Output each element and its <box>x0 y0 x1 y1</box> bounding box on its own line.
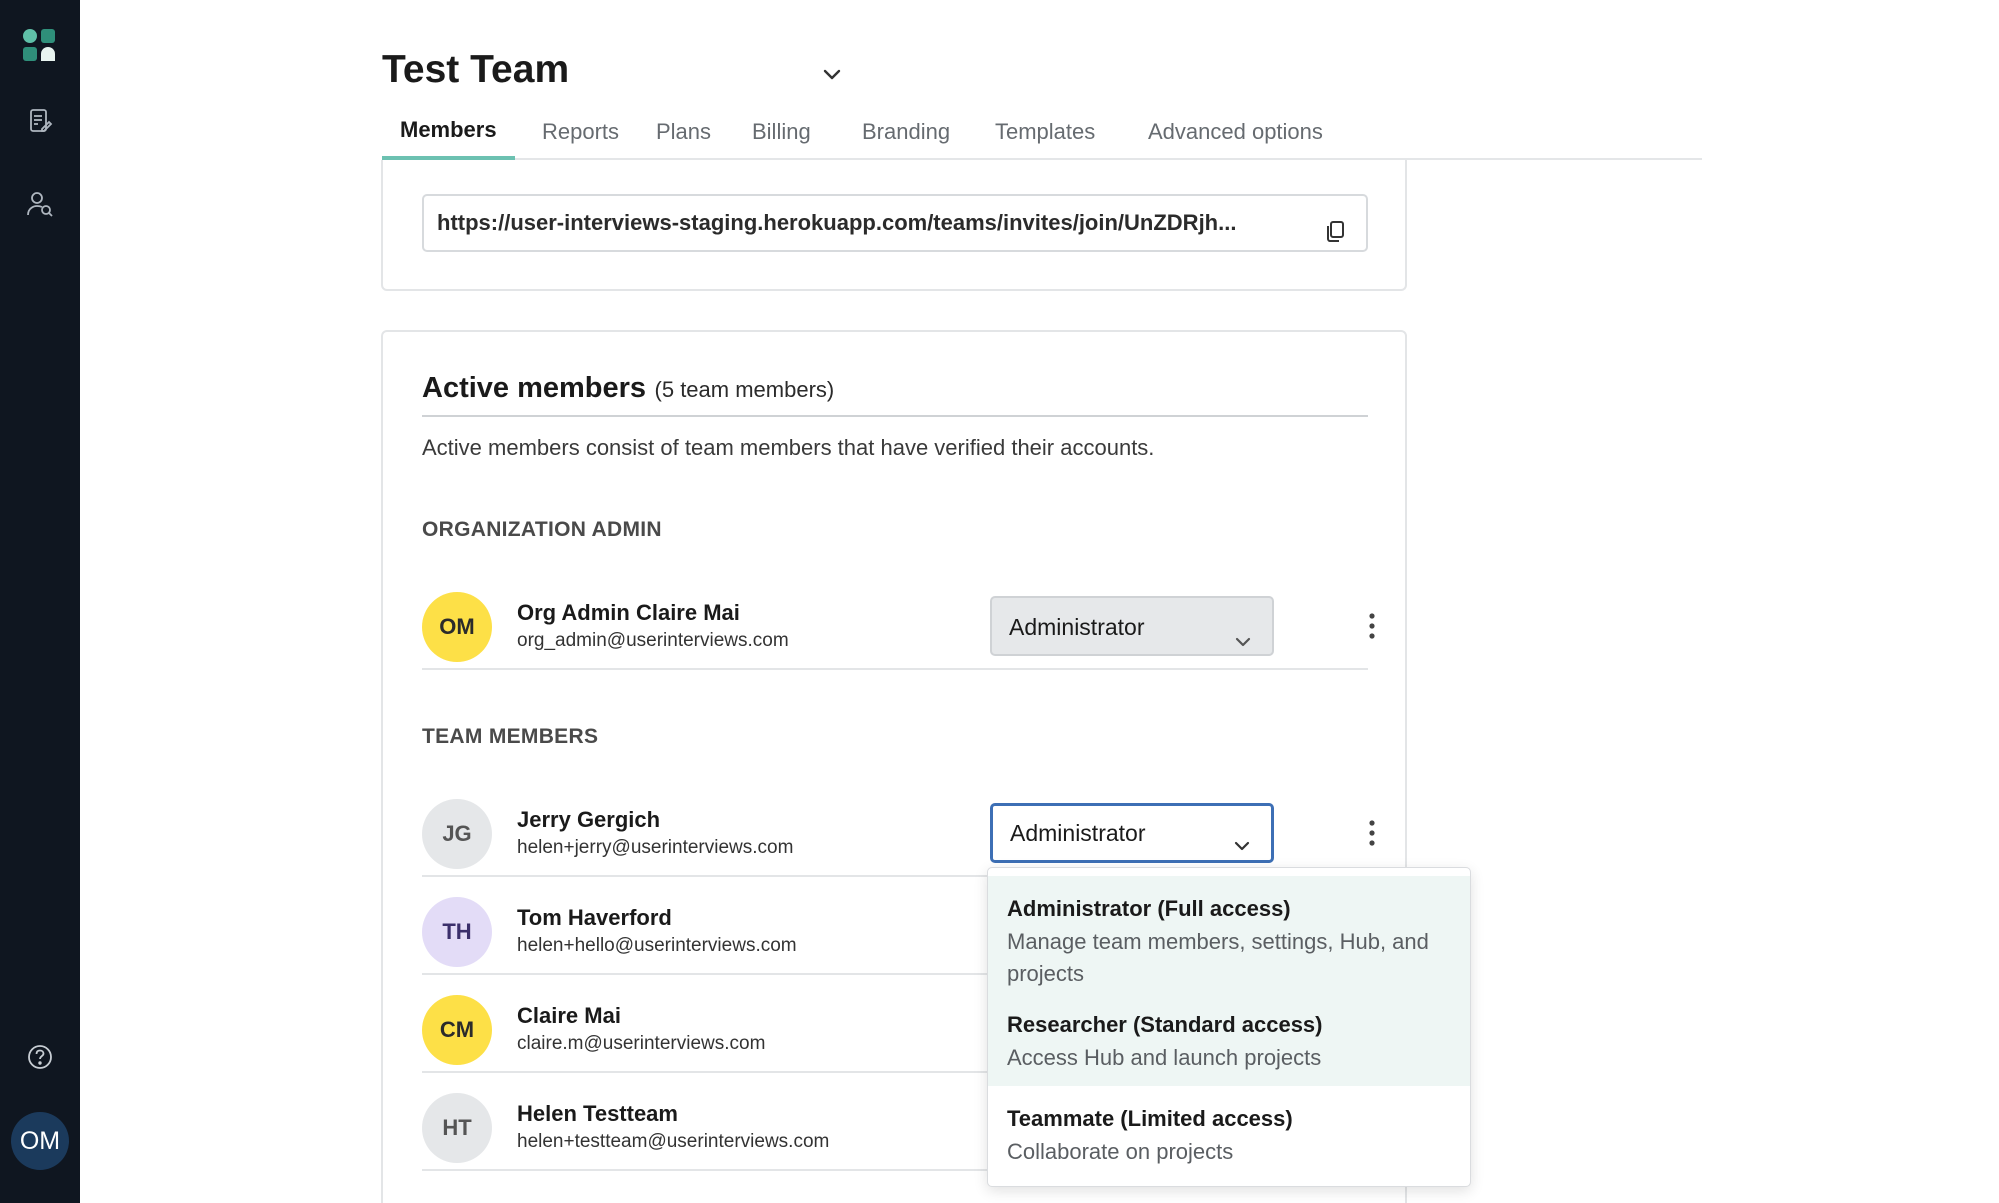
role-select: Administrator <box>990 596 1274 656</box>
member-name: Tom Haverford <box>517 905 672 930</box>
avatar: OM <box>422 592 492 662</box>
avatar: JG <box>422 799 492 869</box>
option-title: Researcher (Standard access) <box>1007 1012 1323 1037</box>
copy-icon[interactable] <box>1322 210 1348 242</box>
logo-icon[interactable] <box>22 28 56 62</box>
option-description: Access Hub and launch projects <box>1007 1045 1322 1070</box>
org-admin-row: OM Org Admin Claire Mai org_admin@userin… <box>422 572 1375 670</box>
chevron-down-icon <box>1231 822 1253 851</box>
role-option-researcher[interactable]: Researcher (Standard access) Access Hub … <box>988 996 1470 1086</box>
member-name: Jerry Gergich <box>517 807 661 832</box>
member-name: Org Admin Claire Mai <box>517 600 740 625</box>
projects-icon[interactable] <box>26 107 54 135</box>
option-title: Administrator (Full access) <box>1007 896 1291 921</box>
member-email: helen+jerry@userinterviews.com <box>517 837 794 858</box>
settings-tabs: Members Reports Plans Billing Branding T… <box>382 112 1702 160</box>
help-icon[interactable] <box>26 1043 54 1071</box>
role-dropdown-menu: Administrator (Full access) Manage team … <box>987 867 1471 1187</box>
section-description: Active members consist of team members t… <box>422 435 1155 460</box>
org-admin-label: ORGANIZATION ADMIN <box>422 518 662 541</box>
invite-link-text: https://user-interviews-staging.herokuap… <box>437 210 1237 235</box>
tab-members[interactable]: Members <box>382 112 515 160</box>
tab-plans[interactable]: Plans <box>638 112 729 160</box>
tab-billing[interactable]: Billing <box>734 112 829 160</box>
section-title: Active members <box>422 372 647 404</box>
avatar: CM <box>422 995 492 1065</box>
tab-branding[interactable]: Branding <box>844 112 968 160</box>
option-description: Manage team members, settings, Hub, and … <box>1007 929 1429 986</box>
chevron-down-icon <box>1232 616 1254 647</box>
member-email: claire.m@userinterviews.com <box>517 1033 766 1054</box>
tab-advanced-options[interactable]: Advanced options <box>1130 112 1341 160</box>
role-option-administrator[interactable]: Administrator (Full access) Manage team … <box>988 876 1470 996</box>
role-select-value: Administrator <box>1009 614 1145 640</box>
avatar: TH <box>422 897 492 967</box>
team-name: Test Team <box>382 48 570 91</box>
role-select[interactable]: Administrator <box>990 803 1274 863</box>
people-search-icon[interactable] <box>26 190 54 218</box>
invite-link-field[interactable]: https://user-interviews-staging.herokuap… <box>422 194 1368 252</box>
tab-templates[interactable]: Templates <box>977 112 1113 160</box>
more-options-icon[interactable] <box>1364 813 1380 853</box>
role-select-value: Administrator <box>1010 820 1146 846</box>
invite-link-card: https://user-interviews-staging.herokuap… <box>381 160 1407 291</box>
member-email: helen+hello@userinterviews.com <box>517 935 797 956</box>
member-email: helen+testteam@userinterviews.com <box>517 1131 830 1152</box>
member-name: Claire Mai <box>517 1003 621 1028</box>
role-option-teammate[interactable]: Teammate (Limited access) Collaborate on… <box>988 1086 1470 1180</box>
left-sidebar: OM <box>0 0 80 1203</box>
member-name: Helen Testteam <box>517 1101 678 1126</box>
member-email: org_admin@userinterviews.com <box>517 630 789 651</box>
avatar: HT <box>422 1093 492 1163</box>
more-options-icon[interactable] <box>1364 606 1380 646</box>
chevron-down-icon[interactable] <box>820 62 844 86</box>
option-title: Teammate (Limited access) <box>1007 1106 1293 1131</box>
team-members-label: TEAM MEMBERS <box>422 725 599 748</box>
user-avatar[interactable]: OM <box>11 1112 69 1170</box>
member-count: (5 team members) <box>654 377 835 402</box>
section-header: Active members (5 team members) <box>422 372 1368 417</box>
tab-reports[interactable]: Reports <box>524 112 637 160</box>
option-description: Collaborate on projects <box>1007 1139 1234 1164</box>
team-member-row: JG Jerry Gergich helen+jerry@userintervi… <box>422 779 1375 877</box>
